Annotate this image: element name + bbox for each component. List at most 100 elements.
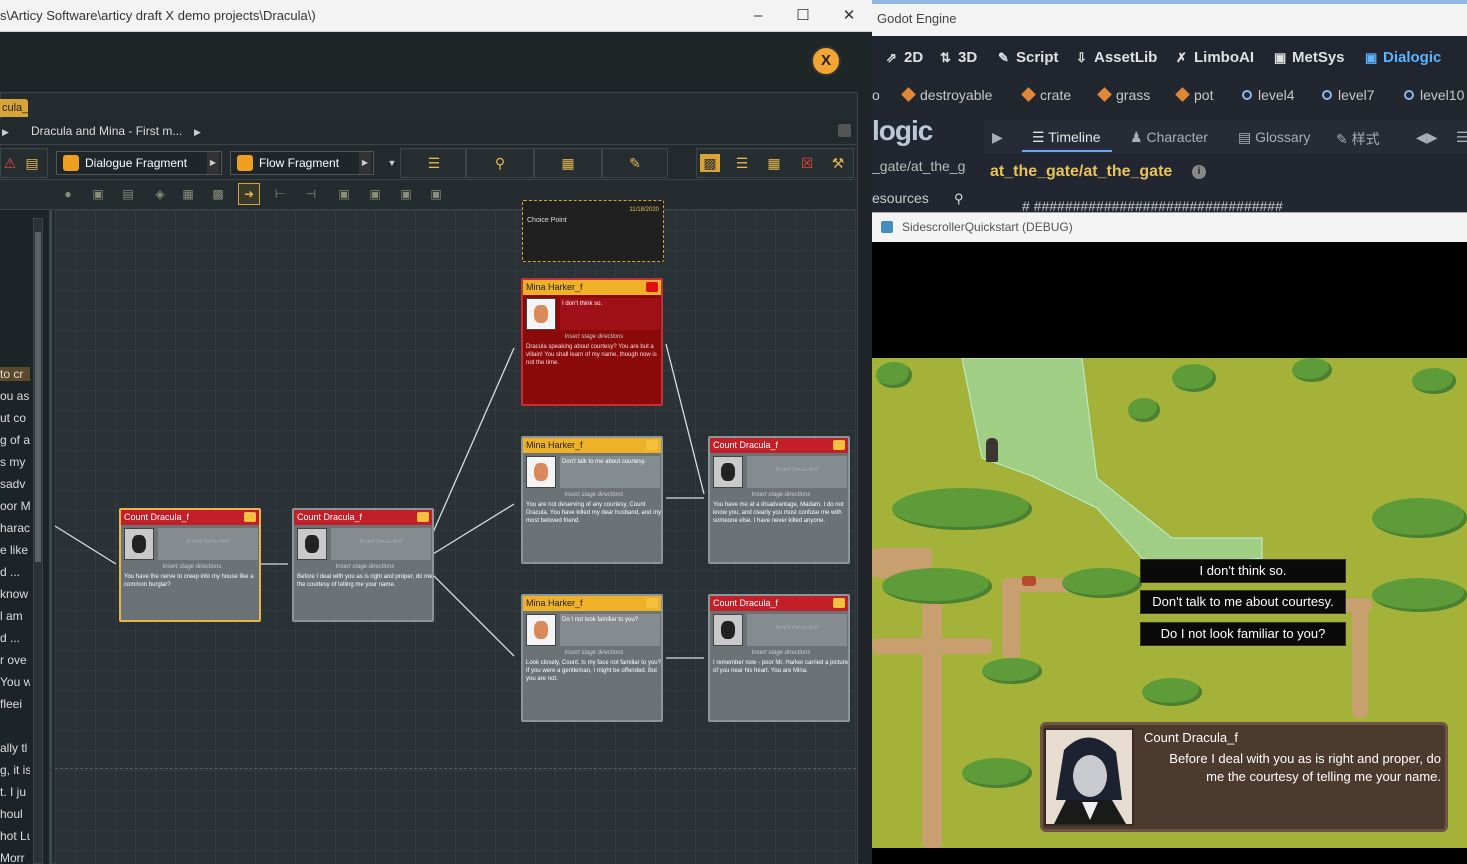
choice-button-2[interactable]: Don't talk to me about courtesy. — [1140, 590, 1346, 614]
flag-icon — [646, 440, 658, 450]
tab-character[interactable]: ♟ Character — [1130, 129, 1208, 146]
scene-icon — [1097, 87, 1112, 102]
main-tab-label: 2D — [904, 49, 924, 66]
move-icon: ⇅ — [940, 50, 951, 65]
main-tab-label: MetSys — [1292, 49, 1345, 66]
node-text: Before I deal with you as is right and p… — [297, 574, 433, 588]
node-text: You have the nerve to creep into my hous… — [124, 574, 254, 588]
resource-tab[interactable]: level10 — [1404, 87, 1464, 103]
main-tab-label: Script — [1016, 49, 1059, 66]
player-character — [986, 438, 998, 462]
resource-tab-label: crate — [1040, 87, 1072, 103]
flag-icon — [833, 440, 845, 450]
node-text: You are not deserving of any courtesy, C… — [526, 502, 662, 524]
main-tab-label: AssetLib — [1094, 49, 1158, 66]
scene-icon — [1175, 87, 1190, 102]
main-tab-dialogic[interactable]: ▣ Dialogic — [1365, 49, 1441, 66]
choice-point-node[interactable]: 11/18/2020 Choice Point — [522, 200, 664, 262]
level-icon — [1242, 90, 1252, 100]
level-icon — [1404, 90, 1414, 100]
tab-timeline[interactable]: ☰ Timeline — [1032, 129, 1101, 146]
main-tab-2d[interactable]: ⇗ 2D — [886, 49, 923, 66]
script-icon: ✎ — [998, 50, 1009, 65]
choice-button-1[interactable]: I don't think so. — [1140, 559, 1346, 583]
flag-icon — [833, 598, 845, 608]
node-text: You have me at a disadvantage, Madam. I … — [713, 502, 844, 524]
mina-portrait-icon — [526, 614, 556, 646]
node-stage-directions: Insert stage directions — [564, 650, 624, 656]
tab-style-label: 样式 — [1351, 131, 1380, 147]
main-tab-limboai[interactable]: ✗ LimboAI — [1176, 49, 1254, 66]
flag-icon — [244, 512, 256, 522]
speaker-name: Count Dracula_f — [1144, 730, 1238, 745]
active-tab-underline — [1022, 150, 1112, 152]
debug-window-title: SidescrollerQuickstart (DEBUG) — [902, 220, 1073, 234]
dracula-portrait-icon — [713, 614, 743, 646]
style-icon: ✎ — [1336, 131, 1352, 147]
node-text: I remember now - poor Mr. Harker carried… — [713, 660, 849, 674]
menu-icon[interactable]: ☰ — [1456, 129, 1467, 146]
tab-style[interactable]: ✎ 样式 — [1336, 129, 1380, 149]
main-tab-metsys[interactable]: ▣ MetSys — [1274, 49, 1345, 66]
dialogue-node-mina-1[interactable]: Mina Harker_f I don't think so. Insert s… — [521, 278, 663, 406]
scroll-tabs-icon[interactable]: ◀▶ — [1416, 129, 1438, 146]
dialogic-logo: logic — [872, 115, 933, 146]
timeline-title: at_the_gate/at_the_gate — [990, 163, 1173, 180]
resource-tab[interactable]: destroyable — [901, 87, 993, 103]
dialogue-node-dracula-3[interactable]: Count Dracula_f Insert menu text Insert … — [708, 436, 850, 564]
tab-glossary[interactable]: ▤ Glossary — [1238, 129, 1310, 146]
main-tab-3d[interactable]: ⇅ 3D — [940, 49, 977, 66]
dialogue-node-dracula-4[interactable]: Count Dracula_f Insert menu text Insert … — [708, 594, 850, 722]
resource-tab[interactable]: pot — [1175, 87, 1214, 103]
dialogue-node-mina-3[interactable]: Mina Harker_f Do I not look familiar to … — [521, 594, 663, 722]
node-menu-text: Insert menu text — [747, 614, 847, 646]
dracula-portrait — [1044, 728, 1134, 826]
resource-tab[interactable]: crate — [1021, 87, 1072, 103]
main-tab-script[interactable]: ✎ Script — [998, 49, 1059, 66]
resource-tab-label: level7 — [1338, 87, 1375, 103]
timeline-list-item[interactable]: _gate/at_the_g — [872, 158, 965, 174]
connection — [419, 561, 515, 657]
resource-tab-label: pot — [1194, 87, 1214, 103]
info-icon[interactable]: i — [1192, 165, 1206, 179]
dracula-portrait-icon — [713, 456, 743, 488]
node-menu-text: Do I not look familiar to you? — [560, 614, 660, 646]
godot-icon — [881, 221, 893, 233]
mina-portrait-icon — [526, 298, 556, 330]
node-stage-directions: Insert stage directions — [751, 650, 811, 656]
desktop: s\Articy Software\articy draft X demo pr… — [0, 0, 1467, 864]
resource-tab[interactable]: o — [872, 87, 880, 103]
dialogic-play-icon[interactable]: ▶ — [992, 129, 1003, 146]
search-icon[interactable]: ⚲ — [954, 191, 964, 207]
connection-lines — [54, 343, 705, 659]
resource-tab[interactable]: level7 — [1322, 87, 1375, 103]
main-tab-assetlib[interactable]: ⇩ AssetLib — [1076, 49, 1157, 66]
download-icon: ⇩ — [1076, 50, 1087, 65]
mina-portrait-icon — [526, 456, 556, 488]
node-text: Dracula speaking about courtesy? You are… — [526, 344, 657, 366]
dialogue-node-dracula-2[interactable]: Count Dracula_f Insert menu text Insert … — [292, 508, 434, 622]
node-speaker: Mina Harker_f — [523, 438, 661, 453]
dialogue-node-mina-2[interactable]: Mina Harker_f Don't talk to me about cou… — [521, 436, 663, 564]
dialogue-node-dracula-1[interactable]: Count Dracula_f Insert menu text Insert … — [119, 508, 261, 622]
resource-tab-label: destroyable — [920, 87, 993, 103]
choice-button-3[interactable]: Do I not look familiar to you? — [1140, 622, 1346, 646]
godot-accent-bar — [872, 0, 1467, 4]
resource-tab-label: o — [872, 87, 880, 103]
node-menu-text: Insert menu text — [158, 528, 258, 560]
node-stage-directions: Insert stage directions — [564, 334, 624, 340]
book-icon: ▤ — [1238, 129, 1256, 145]
resource-tab[interactable]: level4 — [1242, 87, 1295, 103]
resource-tab[interactable]: grass — [1097, 87, 1150, 103]
dialogue-text: Before I deal with you as is right and p… — [1169, 751, 1441, 784]
flag-icon — [417, 512, 429, 522]
node-text: Look closely, Count. Is my face not fami… — [526, 660, 661, 682]
dialogic-icon: ▣ — [1365, 50, 1378, 65]
node-stage-directions: Insert stage directions — [335, 564, 395, 570]
node-speaker: Count Dracula_f — [710, 438, 848, 453]
flag-icon — [646, 282, 658, 292]
node-speaker: Count Dracula_f — [121, 510, 259, 525]
flag-icon — [646, 598, 658, 608]
resources-label: esources — [872, 190, 929, 206]
list-icon: ☰ — [1032, 129, 1049, 145]
